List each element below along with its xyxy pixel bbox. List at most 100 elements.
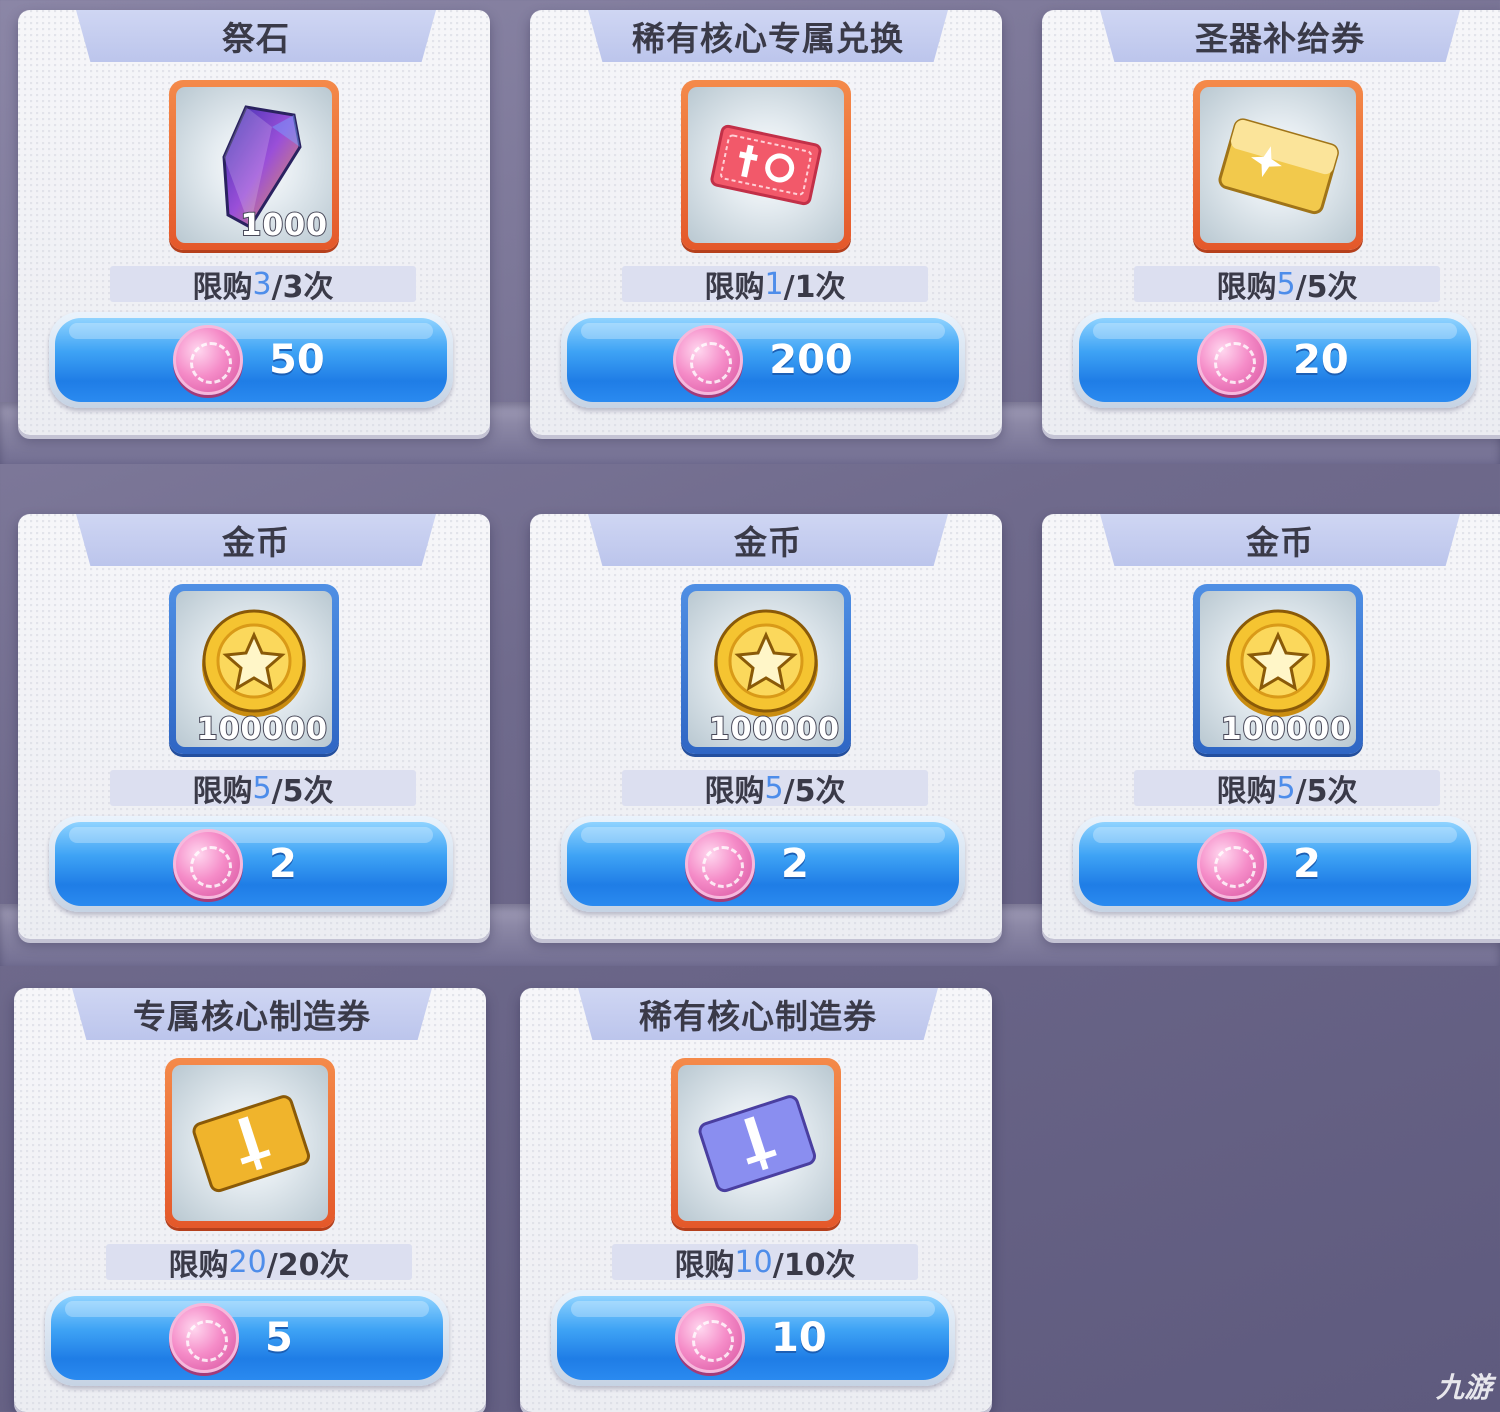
shop-item-card[interactable]: 专属核心制造券 限购 20/20次 5 — [14, 988, 486, 1412]
buy-button-face[interactable]: 2 — [1079, 822, 1471, 906]
shop-item-card[interactable]: 金币 100000 限购 5/5次 2 — [18, 514, 490, 939]
purchase-limit: 限购 3/3次 — [110, 266, 416, 305]
price-label: 50 — [269, 337, 325, 383]
watermark-logo: 九游 — [1435, 1371, 1492, 1404]
item-icon-frame: 100000 — [681, 584, 851, 754]
item-name: 金币 — [1100, 514, 1460, 566]
buy-button-face[interactable]: 200 — [567, 318, 959, 402]
item-name: 稀有核心制造券 — [578, 988, 938, 1040]
gold-coin-icon: 100000 — [688, 591, 844, 747]
buy-button[interactable]: 10 — [551, 1290, 955, 1386]
buy-button-face[interactable]: 50 — [55, 318, 447, 402]
item-name: 稀有核心专属兑换 — [588, 10, 948, 62]
purchase-limit: 限购 5/5次 — [1134, 266, 1440, 305]
shop-item-card[interactable]: 圣器补给券 限购 5/5次 20 — [1042, 10, 1500, 435]
buy-button[interactable]: 2 — [49, 816, 453, 912]
shop-item-card[interactable]: 金币 100000 限购 5/5次 2 — [530, 514, 1002, 939]
buy-button-face[interactable]: 2 — [567, 822, 959, 906]
limit-prefix: 限购 — [192, 270, 253, 305]
price-label: 2 — [269, 841, 297, 887]
buy-button[interactable]: 2 — [1073, 816, 1477, 912]
pink-currency-coin-icon — [1197, 829, 1267, 899]
item-icon-frame — [165, 1058, 335, 1228]
item-icon-frame: 1000 — [169, 80, 339, 250]
limit-remaining: 5 — [252, 770, 272, 806]
item-icon-frame — [671, 1058, 841, 1228]
shop-item-card[interactable]: 稀有核心制造券 限购 10/10次 10 — [520, 988, 992, 1412]
item-name: 圣器补给券 — [1100, 10, 1460, 62]
pink-currency-coin-icon — [169, 1303, 239, 1373]
shop-item-card[interactable]: 金币 100000 限购 5/5次 2 — [1042, 514, 1500, 939]
pink-currency-coin-icon — [1197, 325, 1267, 395]
item-icon-frame: 100000 — [1193, 584, 1363, 754]
pink-currency-coin-icon — [685, 829, 755, 899]
item-icon-frame — [1193, 80, 1363, 250]
limit-total: /5次 — [271, 774, 334, 809]
limit-remaining: 1 — [764, 266, 784, 302]
ticket-icon — [688, 87, 844, 243]
item-icon-frame — [681, 80, 851, 250]
price-label: 2 — [781, 841, 809, 887]
purple-sword-ticket-icon — [678, 1065, 834, 1221]
price-label: 2 — [1293, 841, 1321, 887]
limit-prefix: 限购 — [1216, 774, 1277, 809]
item-quantity: 100000 — [708, 711, 840, 747]
purchase-limit: 限购 1/1次 — [622, 266, 928, 305]
buy-button[interactable]: 50 — [49, 312, 453, 408]
purchase-limit: 限购 5/5次 — [110, 770, 416, 809]
limit-total: /10次 — [772, 1248, 856, 1283]
item-name: 祭石 — [76, 10, 436, 62]
buy-button[interactable]: 5 — [45, 1290, 449, 1386]
buy-button-face[interactable]: 2 — [55, 822, 447, 906]
price-label: 10 — [771, 1315, 827, 1361]
purchase-limit: 限购 20/20次 — [106, 1244, 412, 1283]
item-quantity: 100000 — [1220, 711, 1352, 747]
shop-item-card[interactable]: 稀有核心专属兑换 限购 1/1次 200 — [530, 10, 1002, 435]
limit-total: /5次 — [1295, 270, 1358, 305]
purchase-limit: 限购 10/10次 — [612, 1244, 918, 1283]
limit-remaining: 20 — [228, 1244, 267, 1280]
pink-currency-coin-icon — [673, 325, 744, 395]
limit-total: /3次 — [271, 270, 334, 305]
limit-prefix: 限购 — [704, 774, 765, 809]
price-label: 200 — [769, 337, 853, 383]
item-name: 金币 — [76, 514, 436, 566]
buy-button-face[interactable]: 5 — [51, 1296, 443, 1380]
limit-prefix: 限购 — [168, 1248, 229, 1283]
pink-currency-coin-icon — [675, 1303, 745, 1373]
limit-remaining: 5 — [764, 770, 784, 806]
buy-button[interactable]: 200 — [561, 312, 965, 408]
limit-prefix: 限购 — [1216, 270, 1277, 305]
limit-total: /1次 — [783, 270, 846, 305]
item-icon-frame: 100000 — [169, 584, 339, 754]
gold-sword-ticket-icon — [172, 1065, 328, 1221]
item-quantity: 100000 — [196, 711, 328, 747]
buy-button[interactable]: 2 — [561, 816, 965, 912]
price-label: 20 — [1293, 337, 1349, 383]
limit-total: /20次 — [266, 1248, 350, 1283]
buy-button-face[interactable]: 20 — [1079, 318, 1471, 402]
crystal-icon: 1000 — [176, 87, 332, 243]
buy-button-face[interactable]: 10 — [557, 1296, 949, 1380]
limit-remaining: 10 — [734, 1244, 773, 1280]
pink-currency-coin-icon — [173, 829, 243, 899]
limit-total: /5次 — [783, 774, 846, 809]
price-label: 5 — [265, 1315, 293, 1361]
item-name: 专属核心制造券 — [72, 988, 432, 1040]
gold-coin-icon: 100000 — [1200, 591, 1356, 747]
limit-remaining: 5 — [1276, 770, 1296, 806]
limit-prefix: 限购 — [674, 1248, 735, 1283]
buy-button[interactable]: 20 — [1073, 312, 1477, 408]
purchase-limit: 限购 5/5次 — [622, 770, 928, 809]
gold-coin-icon: 100000 — [176, 591, 332, 747]
limit-prefix: 限购 — [192, 774, 253, 809]
item-quantity: 1000 — [240, 207, 328, 243]
limit-total: /5次 — [1295, 774, 1358, 809]
pink-currency-coin-icon — [173, 325, 243, 395]
limit-remaining: 5 — [1276, 266, 1296, 302]
shop-item-card[interactable]: 祭石 1000 限购 3/3次 50 — [18, 10, 490, 435]
limit-remaining: 3 — [252, 266, 272, 302]
purchase-limit: 限购 5/5次 — [1134, 770, 1440, 809]
limit-prefix: 限购 — [704, 270, 765, 305]
gold-card-icon — [1200, 87, 1356, 243]
